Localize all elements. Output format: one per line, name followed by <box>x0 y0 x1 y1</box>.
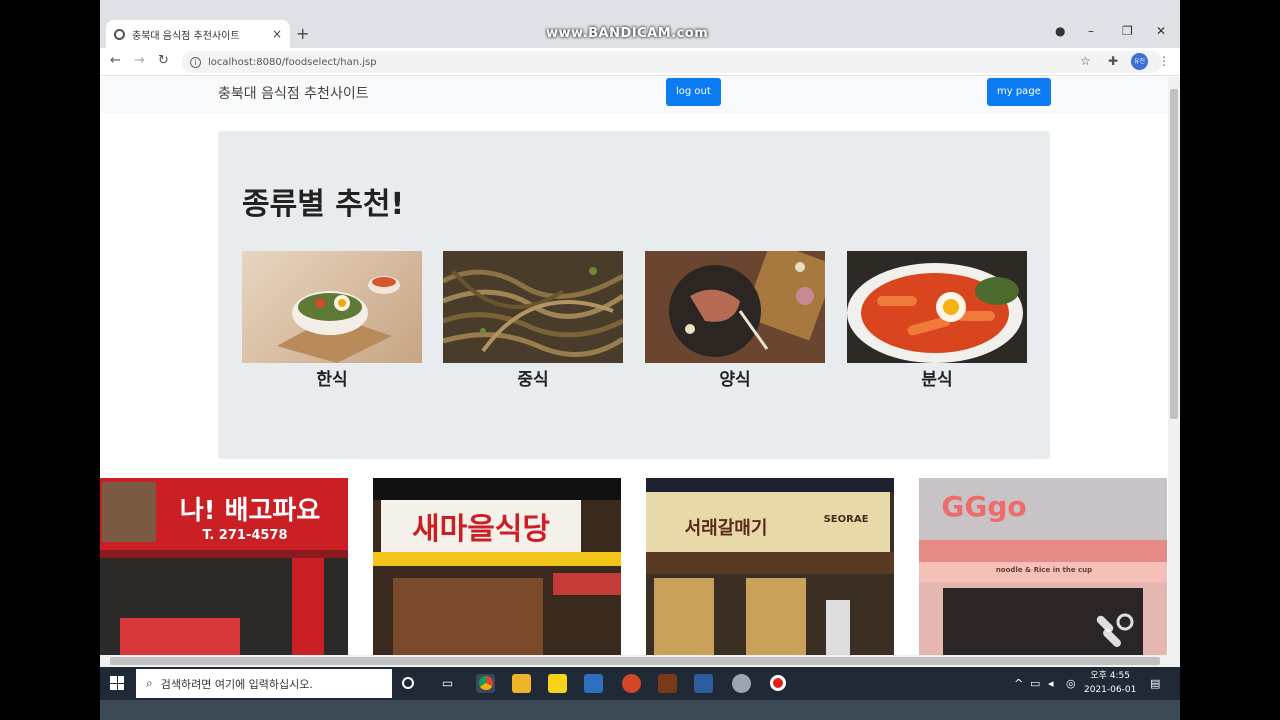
vertical-scroll-thumb[interactable] <box>1170 89 1178 419</box>
restaurant-sign: 서래갈매기 <box>684 518 768 539</box>
sticky-notes-icon[interactable] <box>548 674 567 693</box>
site-info-icon[interactable]: i <box>190 56 201 68</box>
powerpoint-icon[interactable] <box>622 674 641 693</box>
recommend-panel: 종류별 추천! 한식 중식 양식 분식 <box>218 131 1050 494</box>
close-window-icon[interactable]: ✕ <box>1156 24 1166 38</box>
restaurant-sign: 나! 배고파요 <box>179 496 321 526</box>
restore-icon[interactable]: ❐ <box>1122 24 1133 38</box>
category-label[interactable]: 중식 <box>443 365 623 390</box>
horizontal-scrollbar[interactable] <box>100 655 1180 667</box>
chrome-taskbar-icon[interactable] <box>476 674 495 693</box>
restaurant-sign: GGgo <box>941 490 1027 523</box>
category-western[interactable]: 양식 <box>645 251 825 390</box>
browser-tab[interactable]: 충북대 음식점 추천사이트 × <box>106 20 290 48</box>
jjajang-noodle-photo[interactable] <box>443 251 623 363</box>
minimize-icon[interactable]: – <box>1088 24 1094 38</box>
forward-icon[interactable]: → <box>134 53 145 68</box>
globe-icon <box>114 28 125 40</box>
network-icon[interactable]: ▭ <box>1030 677 1040 690</box>
category-label[interactable]: 분식 <box>847 365 1027 390</box>
cortana-icon[interactable] <box>402 677 414 689</box>
notification-icon[interactable]: ▤ <box>1150 677 1160 690</box>
file-explorer-icon[interactable] <box>512 674 531 693</box>
app-icon[interactable] <box>732 674 751 693</box>
taskbar-search-placeholder: 검색하려면 여기에 입력하십시오. <box>160 677 313 691</box>
app-icon[interactable] <box>658 674 677 693</box>
restaurant-card-3[interactable]: 서래갈매기 SEORAE <box>646 478 894 655</box>
ime-icon[interactable]: ◎ <box>1066 677 1076 690</box>
windows-start-icon[interactable] <box>110 676 124 690</box>
bottom-strip <box>100 700 1180 720</box>
clock-time: 오후 4:55 <box>1090 671 1130 681</box>
recording-watermark: www.BANDICAM.com <box>546 26 709 41</box>
bookmark-star-icon[interactable]: ☆ <box>1080 54 1091 68</box>
screen: 충북대 음식점 추천사이트 × + www.BANDICAM.com ● – ❐… <box>100 0 1180 720</box>
page-viewport: 충북대 음식점 추천사이트 log out my page 종류별 추천! 한식… <box>100 77 1168 655</box>
tab-title: 충북대 음식점 추천사이트 <box>132 30 240 42</box>
browser-tabstrip: 충북대 음식점 추천사이트 × + www.BANDICAM.com ● – ❐… <box>100 0 1180 48</box>
steak-photo[interactable] <box>645 251 825 363</box>
clock-date: 2021-06-01 <box>1084 685 1137 695</box>
category-label[interactable]: 한식 <box>242 365 422 390</box>
record-icon[interactable] <box>770 675 786 691</box>
logout-button[interactable]: log out <box>666 78 721 106</box>
tray-chevron-icon[interactable]: ^ <box>1014 677 1023 690</box>
mypage-button[interactable]: my page <box>987 78 1051 106</box>
address-bar-row: ← → ↻ i localhost:8080/foodselect/han.js… <box>100 48 1180 76</box>
panel-title: 종류별 추천! <box>242 187 405 222</box>
vertical-scrollbar[interactable] <box>1168 77 1180 655</box>
restaurant-card-2[interactable]: 새마을식당 <box>373 478 621 655</box>
restaurant-subsign: noodle & Rice in the cup <box>995 566 1093 574</box>
horizontal-scroll-thumb[interactable] <box>110 657 1160 665</box>
site-brand[interactable]: 충북대 음식점 추천사이트 <box>218 83 369 103</box>
url-field[interactable]: i localhost:8080/foodselect/han.jsp <box>182 51 1162 73</box>
app-icon[interactable] <box>694 674 713 693</box>
category-snack[interactable]: 분식 <box>847 251 1027 390</box>
restaurant-card-1[interactable]: 나! 배고파요 T. 271-4578 <box>100 478 348 655</box>
restaurant-sign: 새마을식당 <box>412 512 550 547</box>
restaurant-phone: T. 271-4578 <box>202 528 288 543</box>
close-tab-icon[interactable]: × <box>272 27 282 41</box>
url-text: localhost:8080/foodselect/han.jsp <box>208 56 377 68</box>
reload-icon[interactable]: ↻ <box>158 53 169 68</box>
search-icon: ⌕ <box>146 676 153 690</box>
site-navbar: 충북대 음식점 추천사이트 log out my page <box>100 77 1168 113</box>
volume-icon[interactable]: ◂ <box>1048 677 1054 690</box>
category-chinese[interactable]: 중식 <box>443 251 623 390</box>
taskbar-search-field[interactable]: ⌕ 검색하려면 여기에 입력하십시오. <box>136 669 392 698</box>
extensions-icon[interactable]: ✚ <box>1108 54 1118 68</box>
profile-avatar[interactable]: 유진 <box>1131 53 1148 70</box>
windows-taskbar: ⌕ 검색하려면 여기에 입력하십시오. ▭ ^ ▭ ◂ ◎ 오후 4:55 20… <box>100 667 1180 700</box>
loading-spinner-icon <box>1096 613 1134 647</box>
taskbar-clock[interactable]: 오후 4:55 2021-06-01 <box>1084 669 1136 697</box>
category-label[interactable]: 양식 <box>645 365 825 390</box>
menu-icon[interactable]: ⋮ <box>1158 54 1170 68</box>
app-icon[interactable] <box>584 674 603 693</box>
back-icon[interactable]: ← <box>110 53 121 68</box>
new-tab-button[interactable]: + <box>296 24 309 43</box>
task-view-icon[interactable]: ▭ <box>438 674 457 693</box>
restaurant-subsign: SEORAE <box>823 514 869 525</box>
bibimbap-photo[interactable] <box>242 251 422 363</box>
media-control-icon[interactable]: ● <box>1055 24 1065 38</box>
category-korean[interactable]: 한식 <box>242 251 422 390</box>
tteokbokki-photo[interactable] <box>847 251 1027 363</box>
